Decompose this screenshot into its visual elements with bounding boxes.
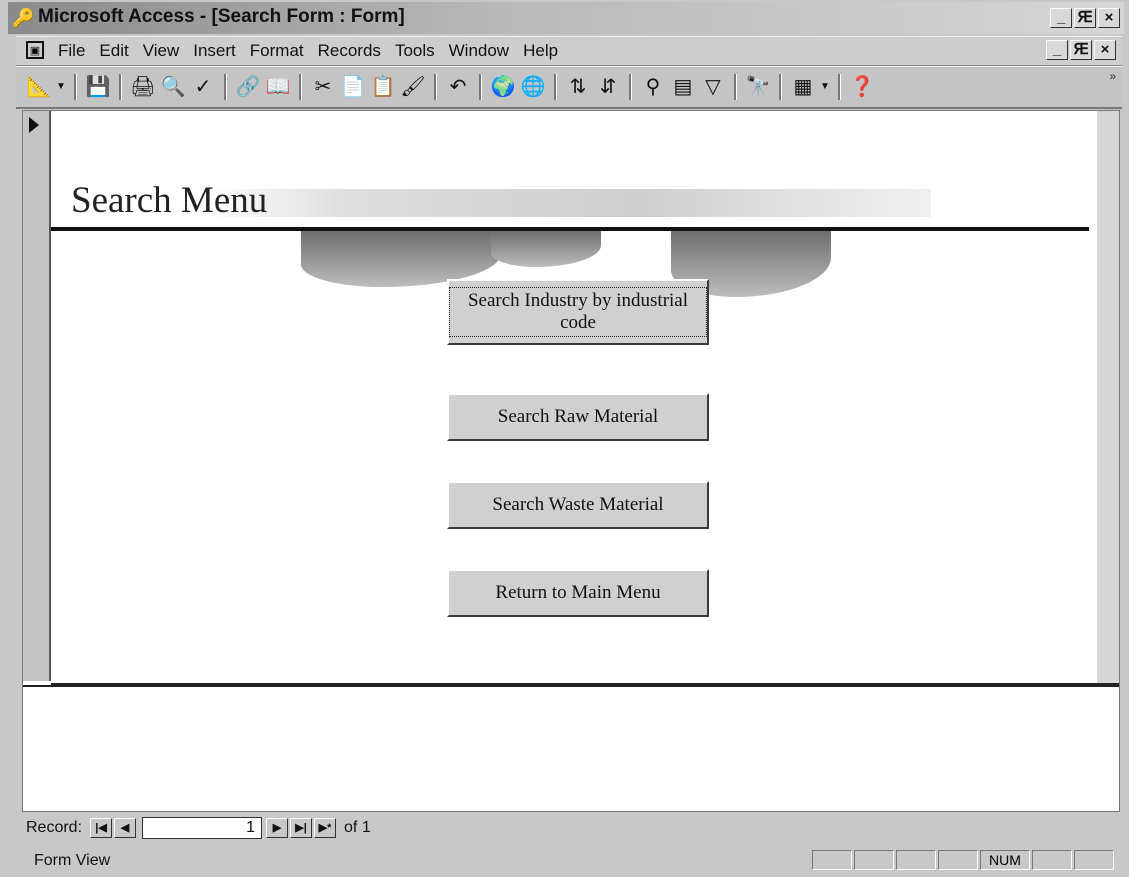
design-view-icon[interactable]: 📐 bbox=[24, 73, 54, 101]
toolbar-separator bbox=[629, 74, 632, 100]
spelling-icon[interactable]: ✓ bbox=[188, 73, 218, 101]
cut-icon[interactable]: ✂ bbox=[308, 73, 338, 101]
search-raw-material-button[interactable]: Search Raw Material bbox=[447, 393, 709, 441]
apply-filter-icon[interactable]: ▽ bbox=[698, 73, 728, 101]
access-window: 🔑 Microsoft Access - [Search Form : Form… bbox=[0, 0, 1129, 877]
insert-hyperlink-icon[interactable]: 🔗 bbox=[233, 73, 263, 101]
status-panel bbox=[812, 850, 852, 870]
status-panel bbox=[1074, 850, 1114, 870]
status-panel bbox=[896, 850, 936, 870]
toolbar-separator bbox=[838, 74, 841, 100]
decoration-cloud bbox=[491, 231, 601, 267]
menu-view[interactable]: View bbox=[143, 41, 180, 61]
close-button[interactable]: × bbox=[1098, 8, 1120, 28]
form-view-toolbar: 📐 ▼ 💾 🖨 🔍 ✓ 🔗 📖 ✂ 📄 📋 🖌 ↶ 🌍 🌐 ⇅ ⇵ ⚲ ▤ ▽ … bbox=[16, 66, 1122, 109]
menu-tools[interactable]: Tools bbox=[395, 41, 435, 61]
key-icon: 🔑 bbox=[12, 8, 35, 28]
menu-window[interactable]: Window bbox=[449, 41, 509, 61]
search-waste-material-button[interactable]: Search Waste Material bbox=[447, 481, 709, 529]
find-icon[interactable]: 🔭 bbox=[743, 73, 773, 101]
toolbar-separator bbox=[224, 74, 227, 100]
record-count: of 1 bbox=[344, 819, 371, 836]
form-window: Search Menu Search Industry by industria… bbox=[22, 110, 1120, 812]
toolbar-separator bbox=[779, 74, 782, 100]
record-number-input[interactable]: 1 bbox=[142, 817, 263, 839]
dropdown-arrow-icon[interactable]: ▼ bbox=[818, 73, 832, 101]
toolbar-separator bbox=[74, 74, 77, 100]
previous-record-button[interactable]: ◀ bbox=[114, 818, 137, 838]
new-record-button[interactable]: ▶* bbox=[314, 818, 337, 838]
web-toolbar-icon[interactable]: 📖 bbox=[263, 73, 293, 101]
new-object-icon[interactable]: ▦ bbox=[788, 73, 818, 101]
toolbar-separator bbox=[119, 74, 122, 100]
record-label: Record: bbox=[26, 819, 83, 836]
form-footer-section bbox=[23, 685, 1119, 809]
next-record-button[interactable]: ▶ bbox=[266, 818, 289, 838]
print-icon[interactable]: 🖨 bbox=[128, 73, 158, 101]
print-preview-icon[interactable]: 🔍 bbox=[158, 73, 188, 101]
current-record-arrow-icon bbox=[29, 117, 39, 133]
menu-format[interactable]: Format bbox=[250, 41, 304, 61]
menu-edit[interactable]: Edit bbox=[99, 41, 128, 61]
window-title: Microsoft Access - [Search Form : Form] bbox=[38, 6, 405, 27]
num-lock-indicator: NUM bbox=[980, 850, 1030, 870]
status-panel bbox=[1032, 850, 1072, 870]
doc-minimize-button[interactable]: _ bbox=[1046, 40, 1068, 60]
copy-icon[interactable]: 📄 bbox=[338, 73, 368, 101]
form-right-edge bbox=[1097, 111, 1119, 683]
status-panel bbox=[854, 850, 894, 870]
doc-restore-button[interactable]: Ԙ bbox=[1070, 40, 1092, 60]
menu-records[interactable]: Records bbox=[318, 41, 381, 61]
status-panel bbox=[938, 850, 978, 870]
undo-icon[interactable]: ↶ bbox=[443, 73, 473, 101]
footer-rule bbox=[23, 685, 1119, 687]
status-mode: Form View bbox=[34, 852, 111, 869]
doc-close-button[interactable]: × bbox=[1094, 40, 1116, 60]
form-title: Search Menu bbox=[71, 180, 268, 221]
minimize-button[interactable]: _ bbox=[1050, 8, 1072, 28]
menu-insert[interactable]: Insert bbox=[193, 41, 236, 61]
toolbar-separator bbox=[554, 74, 557, 100]
record-selector[interactable] bbox=[23, 111, 51, 681]
toolbar-overflow-icon[interactable]: » bbox=[1109, 69, 1116, 83]
filter-by-selection-icon[interactable]: ⚲ bbox=[638, 73, 668, 101]
sort-ascending-icon[interactable]: ⇅ bbox=[563, 73, 593, 101]
paste-icon[interactable]: 📋 bbox=[368, 73, 398, 101]
window-controls: _ Ԙ × bbox=[1050, 8, 1120, 28]
search-industry-button[interactable]: Search Industry by industrial code bbox=[447, 279, 709, 345]
last-record-button[interactable]: ▶| bbox=[290, 818, 313, 838]
toolbar-separator bbox=[299, 74, 302, 100]
menu-help[interactable]: Help bbox=[523, 41, 558, 61]
menu-file[interactable]: File bbox=[58, 41, 85, 61]
form-document-icon[interactable]: ▣ bbox=[26, 41, 44, 59]
toolbar-separator bbox=[479, 74, 482, 100]
status-bar: Form View NUM bbox=[26, 846, 1122, 874]
header-decoration bbox=[201, 189, 931, 217]
search-industry-label: Search Industry by industrial code bbox=[449, 287, 707, 337]
record-navigation: Record: |◀ ◀ 1 ▶ ▶| ▶* of 1 bbox=[26, 814, 371, 842]
filter-by-form-icon[interactable]: ▤ bbox=[668, 73, 698, 101]
first-record-button[interactable]: |◀ bbox=[90, 818, 113, 838]
web-icon[interactable]: 🌐 bbox=[518, 73, 548, 101]
format-painter-icon[interactable]: 🖌 bbox=[398, 73, 428, 101]
form-detail-section: Search Menu Search Industry by industria… bbox=[51, 111, 1119, 685]
toolbar-separator bbox=[434, 74, 437, 100]
help-icon[interactable]: ❓ bbox=[847, 73, 877, 101]
dropdown-arrow-icon[interactable]: ▼ bbox=[54, 73, 68, 101]
restore-button[interactable]: Ԙ bbox=[1074, 8, 1096, 28]
sort-descending-icon[interactable]: ⇵ bbox=[593, 73, 623, 101]
toolbar-separator bbox=[734, 74, 737, 100]
office-links-icon[interactable]: 🌍 bbox=[488, 73, 518, 101]
save-icon[interactable]: 💾 bbox=[83, 73, 113, 101]
menu-bar: ▣ File Edit View Insert Format Records T… bbox=[16, 36, 1122, 66]
title-bar[interactable]: 🔑 Microsoft Access - [Search Form : Form… bbox=[8, 2, 1124, 34]
return-main-menu-button[interactable]: Return to Main Menu bbox=[447, 569, 709, 617]
